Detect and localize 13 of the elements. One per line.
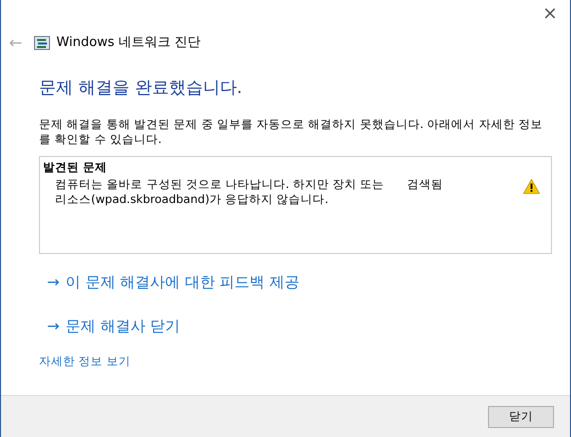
close-dialog-button[interactable]: 닫기 xyxy=(488,406,554,428)
action-link[interactable]: → 이 문제 해결사에 대한 피드백 제공 xyxy=(47,271,532,293)
details-link[interactable]: 자세한 정보 보기 xyxy=(39,353,130,370)
network-icon xyxy=(34,36,50,50)
panel-title: 발견된 문제 xyxy=(43,159,108,175)
problem-text: 컴퓨터는 올바로 구성된 것으로 나타납니다. 하지만 장치 또는 리소스(wpad.skbroadband)가 응답하지 않습니다. xyxy=(55,177,386,207)
description-text: 문제 해결을 통해 발견된 문제 중 일부를 자동으로 해결하지 못했습니다. 아래에서 자세한 정보를 확인할 수 있습니다. xyxy=(39,117,544,147)
problem-status: 검색됨 xyxy=(407,177,444,192)
page-heading: 문제 해결을 완료했습니다. xyxy=(39,77,244,100)
action-link[interactable]: → 문제 해결사 닫기 xyxy=(47,315,532,337)
close-button[interactable]: × xyxy=(530,0,570,28)
window-title: Windows 네트워크 진단 xyxy=(56,34,201,52)
warning-icon xyxy=(523,179,540,194)
